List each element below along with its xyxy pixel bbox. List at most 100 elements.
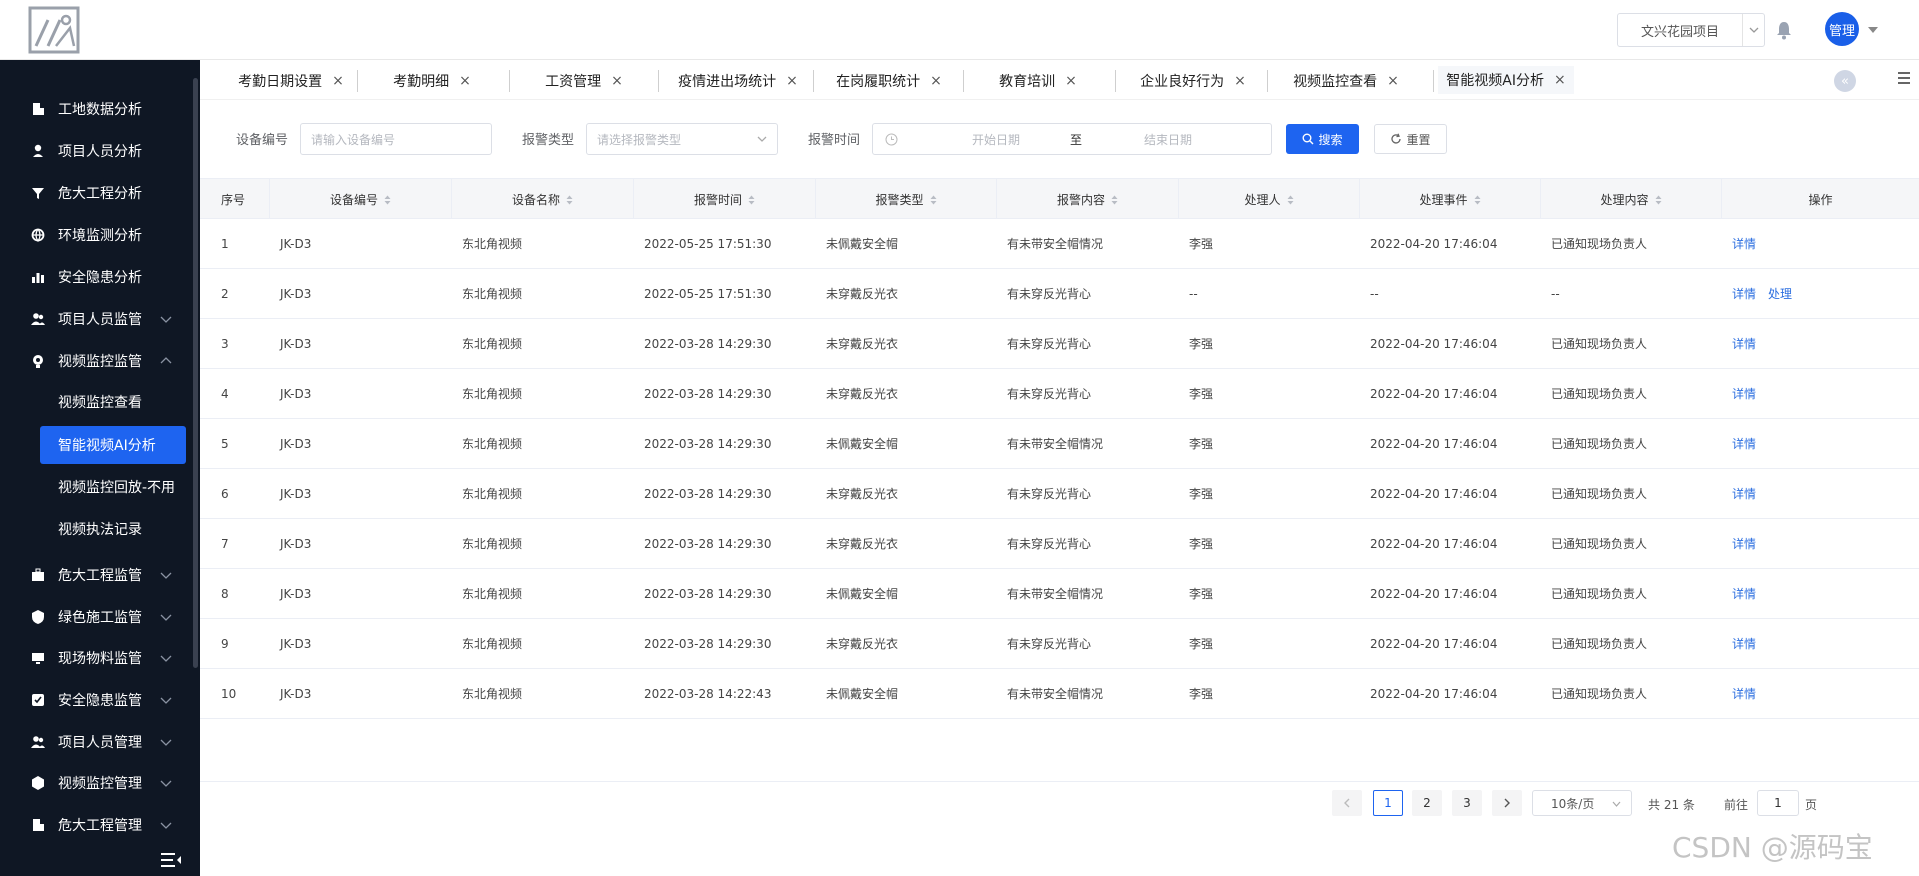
detail-link[interactable]: 详情 — [1732, 385, 1756, 402]
close-icon[interactable]: × — [1554, 72, 1566, 88]
tab[interactable]: 智能视频AI分析 × — [1438, 66, 1574, 96]
column-header[interactable]: 报警内容 — [997, 179, 1179, 219]
search-button[interactable]: 搜索 — [1286, 124, 1359, 154]
close-icon[interactable]: × — [930, 73, 942, 89]
sidebar-item-label: 危大工程分析 — [58, 186, 142, 202]
table-cell: 2022-03-28 14:29:30 — [644, 536, 772, 551]
tab-separator — [509, 70, 510, 92]
sort-icon[interactable] — [748, 194, 755, 205]
page-3-button[interactable]: 3 — [1452, 790, 1482, 816]
close-icon[interactable]: × — [1234, 73, 1246, 89]
close-icon[interactable]: × — [1065, 73, 1077, 89]
sort-icon[interactable] — [384, 194, 391, 205]
sidebar-scrollbar[interactable] — [193, 78, 198, 668]
prev-page-button[interactable] — [1332, 790, 1362, 816]
sidebar-subitem[interactable]: 视频监控查看 — [40, 383, 186, 421]
sidebar-item[interactable]: 危大工程管理 — [0, 804, 190, 846]
alarm-type-select[interactable]: 请选择报警类型 — [586, 123, 778, 155]
sidebar-item[interactable]: 项目人员监管 — [0, 298, 190, 340]
close-icon[interactable]: × — [1387, 73, 1399, 89]
sidebar-item[interactable]: 视频监控监管 — [0, 340, 190, 382]
page-size-select[interactable]: 10条/页 — [1532, 790, 1632, 816]
table-cell: 10 — [221, 686, 237, 701]
tab-label: 疫情进出场统计 — [678, 74, 777, 90]
sort-icon[interactable] — [930, 194, 937, 205]
menu-collapse-icon[interactable] — [160, 852, 182, 868]
goto-page-input[interactable]: 1 — [1757, 790, 1799, 816]
sort-icon[interactable] — [1474, 194, 1481, 205]
detail-link[interactable]: 详情 — [1732, 485, 1756, 502]
double-chevron-left-icon[interactable]: « — [1834, 70, 1856, 92]
column-header[interactable]: 设备编号 — [270, 179, 452, 219]
sidebar-subitem[interactable]: 视频监控回放-不用 — [40, 468, 186, 506]
column-header-label: 报警内容 — [1056, 192, 1105, 207]
detail-link[interactable]: 详情 — [1732, 685, 1756, 702]
watermark: CSDN @源码宝 — [1672, 831, 1873, 864]
column-header[interactable]: 处理内容 — [1541, 179, 1722, 219]
table-cell: 已通知现场负责人 — [1551, 687, 1648, 701]
tab[interactable]: 教育培训 × — [968, 66, 1108, 96]
detail-link[interactable]: 详情 — [1732, 335, 1756, 352]
sort-icon[interactable] — [1287, 194, 1294, 205]
tab[interactable]: 疫情进出场统计 × — [663, 66, 813, 96]
avatar[interactable]: 管理 — [1825, 12, 1859, 46]
table-row: 6 JK-D3 东北角视频 2022-03-28 14:29:30 未穿戴反光衣 有未穿反… — [200, 469, 1919, 519]
sidebar-subitem[interactable]: 智能视频AI分析 — [40, 426, 186, 464]
next-page-button[interactable] — [1492, 790, 1522, 816]
detail-link[interactable]: 详情 — [1732, 285, 1756, 302]
start-date-placeholder[interactable]: 开始日期 — [956, 131, 1036, 148]
bell-icon[interactable] — [1775, 20, 1793, 40]
column-header[interactable]: 报警类型 — [816, 179, 997, 219]
sidebar-item[interactable]: 危大工程监管 — [0, 554, 190, 596]
sidebar-subitem[interactable]: 视频执法记录 — [40, 510, 186, 548]
alarm-date-range[interactable]: 开始日期 至 结束日期 — [872, 123, 1272, 155]
sidebar-item[interactable]: 环境监测分析 — [0, 214, 190, 256]
sidebar-item[interactable]: 危大工程分析 — [0, 172, 190, 214]
tab[interactable]: 考勤明细 × — [362, 66, 502, 96]
sidebar-item[interactable]: 安全隐患监管 — [0, 679, 190, 721]
close-icon[interactable]: × — [332, 73, 344, 89]
tab[interactable]: 企业良好行为 × — [1120, 66, 1266, 96]
sidebar-item[interactable]: 工地数据分析 — [0, 88, 190, 130]
page-2-button[interactable]: 2 — [1412, 790, 1442, 816]
sidebar-item[interactable]: 安全隐患分析 — [0, 256, 190, 298]
table-cell: 有未穿反光背心 — [1007, 487, 1092, 501]
people-icon — [30, 734, 46, 750]
handle-link[interactable]: 处理 — [1768, 285, 1792, 302]
sidebar-item[interactable]: 项目人员管理 — [0, 721, 190, 763]
sidebar-item[interactable]: 绿色施工监管 — [0, 596, 190, 638]
table-cell: 东北角视频 — [462, 437, 523, 451]
sidebar-item-label: 危大工程管理 — [58, 818, 142, 834]
close-icon[interactable]: × — [611, 73, 623, 89]
column-header[interactable]: 处理事件 — [1360, 179, 1541, 219]
tab[interactable]: 视频监控查看 × — [1272, 66, 1420, 96]
sidebar-item[interactable]: 现场物料监管 — [0, 637, 190, 679]
tab-label: 视频监控查看 — [1293, 74, 1378, 90]
sort-icon[interactable] — [1111, 194, 1118, 205]
page-1-button[interactable]: 1 — [1373, 790, 1403, 816]
end-date-placeholder[interactable]: 结束日期 — [1128, 131, 1208, 148]
project-select[interactable]: 文兴花园项目 — [1617, 13, 1765, 47]
detail-link[interactable]: 详情 — [1732, 635, 1756, 652]
sidebar-item[interactable]: 视频监控管理 — [0, 762, 190, 804]
caret-down-icon[interactable] — [1866, 23, 1880, 37]
menu-icon[interactable] — [1896, 70, 1912, 86]
tab[interactable]: 在岗履职统计 × — [818, 66, 960, 96]
tab[interactable]: 考勤日期设置 × — [220, 66, 362, 96]
device-input[interactable]: 请输入设备编号 — [300, 123, 492, 155]
detail-link[interactable]: 详情 — [1732, 435, 1756, 452]
sort-icon[interactable] — [566, 194, 573, 205]
sidebar-item[interactable]: 项目人员分析 — [0, 130, 190, 172]
detail-link[interactable]: 详情 — [1732, 235, 1756, 252]
sort-icon[interactable] — [1655, 194, 1662, 205]
table-cell: 4 — [221, 386, 229, 401]
column-header[interactable]: 设备名称 — [452, 179, 634, 219]
tab[interactable]: 工资管理 × — [514, 66, 654, 96]
close-icon[interactable]: × — [786, 73, 798, 89]
column-header[interactable]: 报警时间 — [634, 179, 816, 219]
detail-link[interactable]: 详情 — [1732, 535, 1756, 552]
column-header[interactable]: 处理人 — [1179, 179, 1360, 219]
close-icon[interactable]: × — [459, 73, 471, 89]
detail-link[interactable]: 详情 — [1732, 585, 1756, 602]
reset-button[interactable]: 重置 — [1374, 124, 1447, 154]
